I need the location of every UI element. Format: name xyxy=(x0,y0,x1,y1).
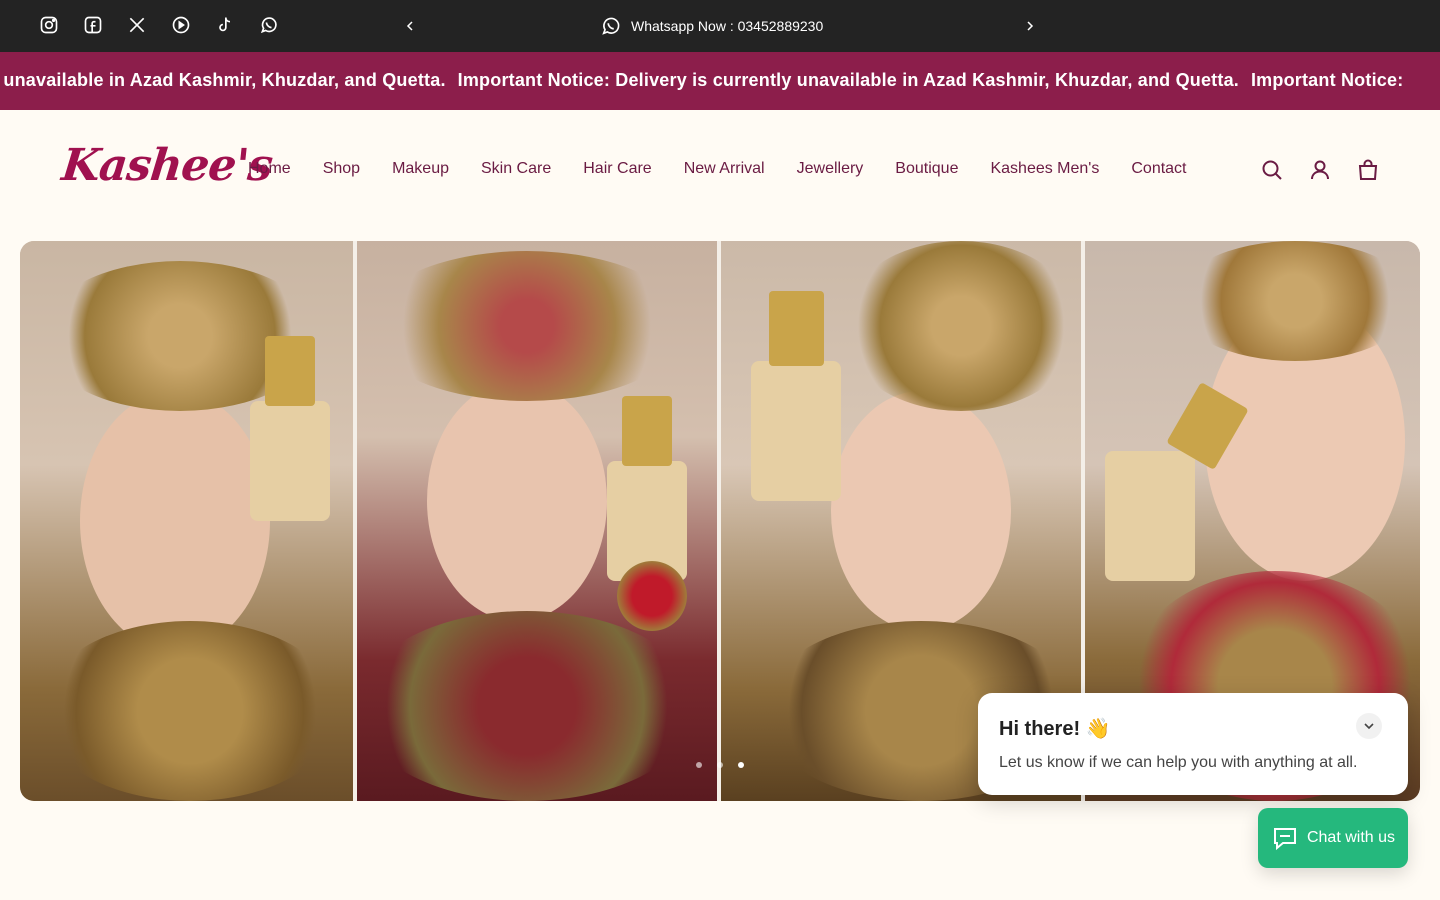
nav-jewellery[interactable]: Jewellery xyxy=(797,160,864,178)
search-icon[interactable] xyxy=(1260,158,1284,182)
instagram-icon[interactable] xyxy=(38,14,60,36)
youtube-icon[interactable] xyxy=(170,14,192,36)
x-icon[interactable] xyxy=(126,14,148,36)
announcement[interactable]: Whatsapp Now : 03452889230 xyxy=(600,14,823,38)
announcement-prev-button[interactable] xyxy=(400,16,420,36)
announcement-text: Whatsapp Now : 03452889230 xyxy=(631,18,824,34)
nav-hair-care[interactable]: Hair Care xyxy=(583,160,651,178)
tiktok-icon[interactable] xyxy=(214,14,236,36)
marquee-text: y unavailable in Azad Kashmir, Khuzdar, … xyxy=(0,70,446,90)
chevron-down-icon xyxy=(1364,723,1374,730)
marquee-text: Important Notice: Delivery is currently … xyxy=(457,70,1239,90)
chat-subtitle: Let us know if we can help you with anyt… xyxy=(999,754,1358,771)
hero-image-panel xyxy=(357,241,717,801)
whatsapp-icon xyxy=(602,17,620,35)
notice-marquee: y unavailable in Azad Kashmir, Khuzdar, … xyxy=(0,52,1440,110)
marquee-text: Important Notice: xyxy=(1250,70,1404,90)
nav-new-arrival[interactable]: New Arrival xyxy=(684,160,765,178)
hero-image-panel xyxy=(20,241,355,801)
chat-greeting-card[interactable]: Hi there! 👋 Let us know if we can help y… xyxy=(978,693,1408,795)
nav-kashees-mens[interactable]: Kashees Men's xyxy=(990,160,1099,178)
slide-dot[interactable] xyxy=(717,762,723,768)
nav-home[interactable]: Home xyxy=(248,160,291,178)
chat-title: Hi there! 👋 xyxy=(999,718,1111,740)
cart-icon[interactable] xyxy=(1356,158,1380,182)
chat-with-us-button[interactable]: Chat with us xyxy=(1258,808,1408,868)
whatsapp-icon[interactable] xyxy=(258,14,280,36)
nav-skin-care[interactable]: Skin Care xyxy=(481,160,551,178)
nav-makeup[interactable]: Makeup xyxy=(392,160,449,178)
slide-dot-active[interactable] xyxy=(738,762,744,768)
main-nav: Home Shop Makeup Skin Care Hair Care New… xyxy=(248,160,1187,178)
announcement-next-button[interactable] xyxy=(1020,16,1040,36)
nav-contact[interactable]: Contact xyxy=(1131,160,1186,178)
slide-dot[interactable] xyxy=(696,762,702,768)
top-bar: Whatsapp Now : 03452889230 xyxy=(0,0,1440,52)
nav-boutique[interactable]: Boutique xyxy=(895,160,958,178)
chat-bubble-icon xyxy=(1273,828,1296,851)
account-icon[interactable] xyxy=(1308,158,1332,182)
site-header: Kashee's Home Shop Makeup Skin Care Hair… xyxy=(0,110,1440,230)
collapse-chat-button[interactable] xyxy=(1356,713,1382,739)
nav-shop[interactable]: Shop xyxy=(323,160,360,178)
chat-button-label: Chat with us xyxy=(1306,829,1396,846)
site-logo[interactable]: Kashee's xyxy=(59,140,274,191)
facebook-icon[interactable] xyxy=(82,14,104,36)
